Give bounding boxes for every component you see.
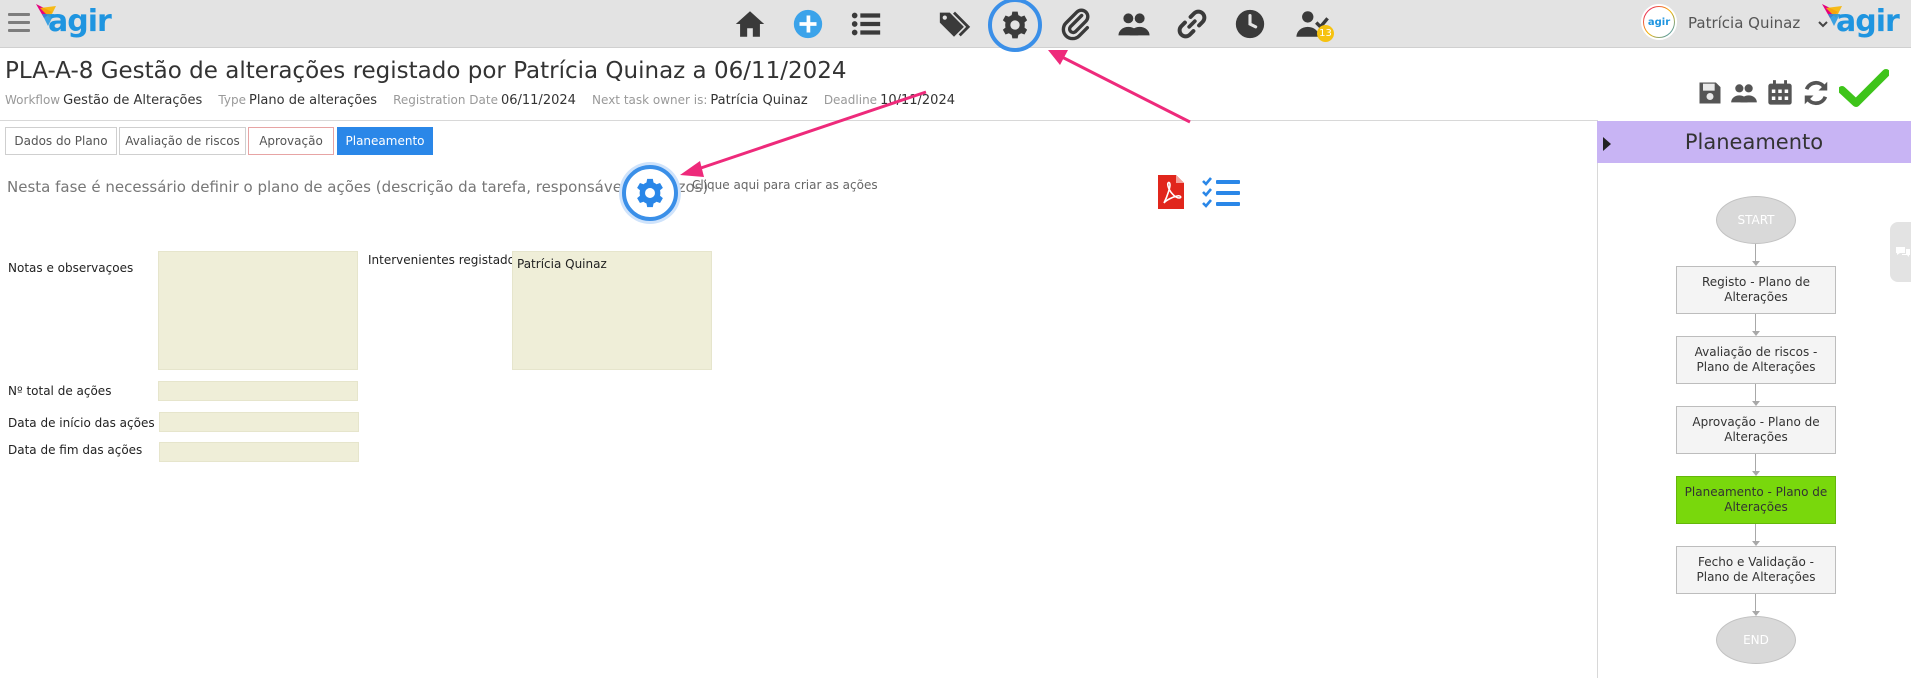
workflow-step-fecho[interactable]: Fecho e Validação - Plano de Alterações xyxy=(1676,546,1836,594)
save-icon[interactable] xyxy=(1692,75,1728,111)
logo-text: agir xyxy=(48,4,112,39)
type-value: Plano de alterações xyxy=(248,93,377,108)
create-actions-hint: Clique aqui para criar as ações xyxy=(692,178,878,192)
user-name[interactable]: Patrícia Quinaz xyxy=(1688,14,1800,32)
paperclip-icon[interactable] xyxy=(1056,4,1096,44)
type-label: Type xyxy=(218,93,246,107)
tags-icon[interactable] xyxy=(934,4,974,44)
users-icon[interactable] xyxy=(1114,4,1154,44)
total-actions-value xyxy=(159,382,357,386)
workflow-connector xyxy=(1755,314,1756,331)
pdf-icon[interactable] xyxy=(1156,173,1186,211)
participants-label: Intervenientes registados xyxy=(368,253,522,267)
list-icon[interactable] xyxy=(846,4,886,44)
workflow-connector xyxy=(1755,244,1756,261)
home-icon[interactable] xyxy=(730,4,770,44)
notes-field[interactable] xyxy=(158,251,358,370)
header-divider xyxy=(0,120,1600,121)
registration-value: 06/11/2024 xyxy=(500,93,576,108)
hamburger-menu-icon[interactable] xyxy=(8,13,30,33)
checklist-icon[interactable] xyxy=(1201,176,1241,210)
start-date-value xyxy=(160,413,358,417)
avatar-logo: agir xyxy=(1644,7,1674,37)
gear-icon[interactable] xyxy=(988,0,1042,52)
check-icon[interactable] xyxy=(1838,66,1890,110)
workflow-connector xyxy=(1755,384,1756,401)
tab-dados-do-plano[interactable]: Dados do Plano xyxy=(5,127,117,155)
plus-circle-icon[interactable] xyxy=(788,4,828,44)
page-title: PLA-A-8 Gestão de alterações registado p… xyxy=(5,58,847,84)
notes-value xyxy=(159,252,357,262)
tab-avaliacao-de-riscos[interactable]: Avaliação de riscos xyxy=(119,127,246,155)
create-actions-button[interactable] xyxy=(622,165,678,221)
workflow-connector xyxy=(1755,524,1756,541)
workflow-label: Workflow xyxy=(5,93,61,107)
deadline-value: 10/11/2024 xyxy=(880,93,955,108)
workflow-start: START xyxy=(1716,196,1796,244)
gear-icon xyxy=(637,178,663,208)
logo-text: agir xyxy=(1836,4,1900,39)
workflow-step-avaliacao[interactable]: Avaliação de riscos - Plano de Alteraçõe… xyxy=(1676,336,1836,384)
owner-value: Patrícia Quinaz xyxy=(710,93,808,108)
start-date-field[interactable] xyxy=(159,412,359,432)
panel-toggle-icon[interactable] xyxy=(1603,137,1611,151)
logo-left[interactable]: agir xyxy=(34,2,122,46)
workflow-end: END xyxy=(1716,616,1796,664)
users-icon[interactable] xyxy=(1726,75,1762,111)
tasks-count-badge: 13 xyxy=(1317,25,1334,42)
end-date-value xyxy=(160,443,358,447)
record-meta: Workflow Gestão de Alterações Type Plano d… xyxy=(5,93,967,108)
end-date-label: Data de fim das ações xyxy=(8,443,143,457)
total-actions-field[interactable] xyxy=(158,381,358,401)
owner-label: Next task owner is: xyxy=(592,93,708,107)
workflow-value: Gestão de Alterações xyxy=(63,93,203,108)
chat-toggle[interactable] xyxy=(1890,222,1911,282)
tab-planeamento[interactable]: Planeamento xyxy=(337,127,433,155)
avatar[interactable]: agir xyxy=(1641,4,1677,40)
logo-right: agir xyxy=(1820,2,1910,46)
end-date-field[interactable] xyxy=(159,442,359,462)
user-check-icon[interactable]: 13 xyxy=(1290,4,1334,44)
workflow-step-planeamento[interactable]: Planeamento - Plano de Alterações xyxy=(1676,476,1836,524)
participants-field[interactable]: Patrícia Quinaz xyxy=(512,251,712,370)
chat-icon xyxy=(1896,247,1910,257)
start-date-label: Data de início das ações xyxy=(8,416,155,430)
registration-label: Registration Date xyxy=(393,93,498,107)
link-icon[interactable] xyxy=(1172,4,1212,44)
deadline-label: Deadline xyxy=(823,93,878,107)
tab-aprovacao[interactable]: Aprovação xyxy=(248,127,334,155)
total-actions-label: Nº total de ações xyxy=(8,384,112,398)
refresh-icon[interactable] xyxy=(1798,75,1834,111)
workflow-connector xyxy=(1755,594,1756,611)
workflow-connector xyxy=(1755,454,1756,471)
workflow-step-registo[interactable]: Registo - Plano de Alterações xyxy=(1676,266,1836,314)
phase-instructions: Nesta fase é necessário definir o plano … xyxy=(7,178,709,196)
clock-icon[interactable] xyxy=(1230,4,1270,44)
participants-value: Patrícia Quinaz xyxy=(517,257,607,271)
workflow-panel-title: Planeamento xyxy=(1597,121,1911,163)
calendar-icon[interactable] xyxy=(1762,75,1798,111)
notes-label: Notas e observaçoes xyxy=(8,261,134,275)
workflow-step-aprovacao[interactable]: Aprovação - Plano de Alterações xyxy=(1676,406,1836,454)
